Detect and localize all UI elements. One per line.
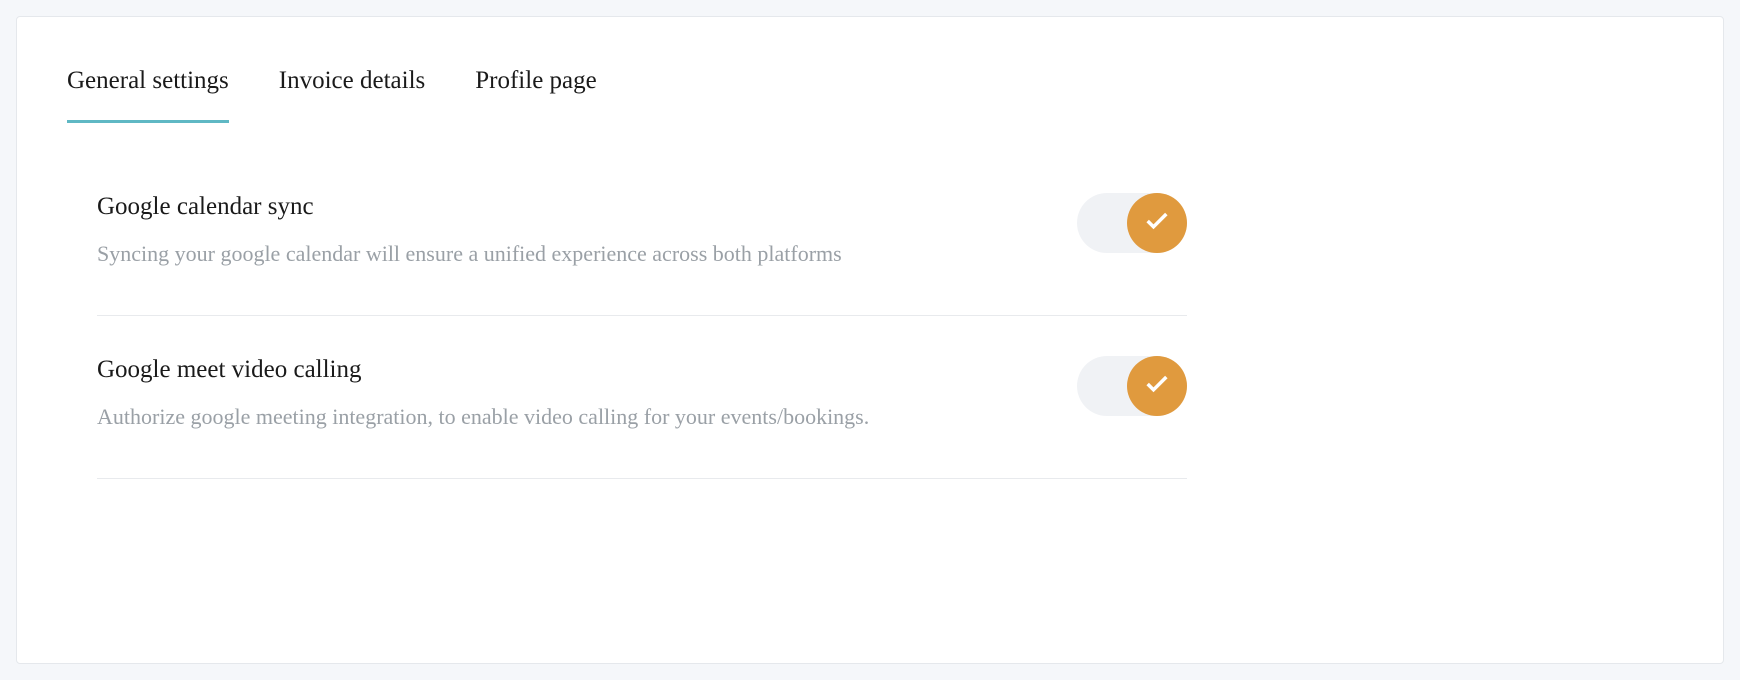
toggle-google-calendar-sync[interactable]	[1077, 193, 1187, 253]
setting-title: Google meet video calling	[97, 356, 1037, 384]
setting-text: Google meet video calling Authorize goog…	[97, 356, 1077, 433]
toggle-knob	[1127, 193, 1187, 253]
setting-title: Google calendar sync	[97, 193, 1037, 221]
checkmark-icon	[1143, 370, 1171, 402]
tab-label: Invoice details	[279, 67, 425, 94]
toggle-google-meet-video-calling[interactable]	[1077, 356, 1187, 416]
settings-card: General settings Invoice details Profile…	[16, 16, 1724, 664]
tab-profile-page[interactable]: Profile page	[475, 67, 596, 123]
toggle-knob	[1127, 356, 1187, 416]
tab-general-settings[interactable]: General settings	[67, 67, 229, 123]
settings-list: Google calendar sync Syncing your google…	[17, 193, 1723, 479]
setting-text: Google calendar sync Syncing your google…	[97, 193, 1077, 270]
tabs-container: General settings Invoice details Profile…	[17, 67, 1723, 123]
checkmark-icon	[1143, 207, 1171, 239]
tab-label: Profile page	[475, 67, 596, 94]
setting-description: Syncing your google calendar will ensure…	[97, 239, 1037, 270]
setting-description: Authorize google meeting integration, to…	[97, 402, 1037, 433]
setting-row-google-meet-video-calling: Google meet video calling Authorize goog…	[97, 356, 1187, 479]
setting-row-google-calendar-sync: Google calendar sync Syncing your google…	[97, 193, 1187, 316]
tab-invoice-details[interactable]: Invoice details	[279, 67, 425, 123]
tab-label: General settings	[67, 67, 229, 94]
